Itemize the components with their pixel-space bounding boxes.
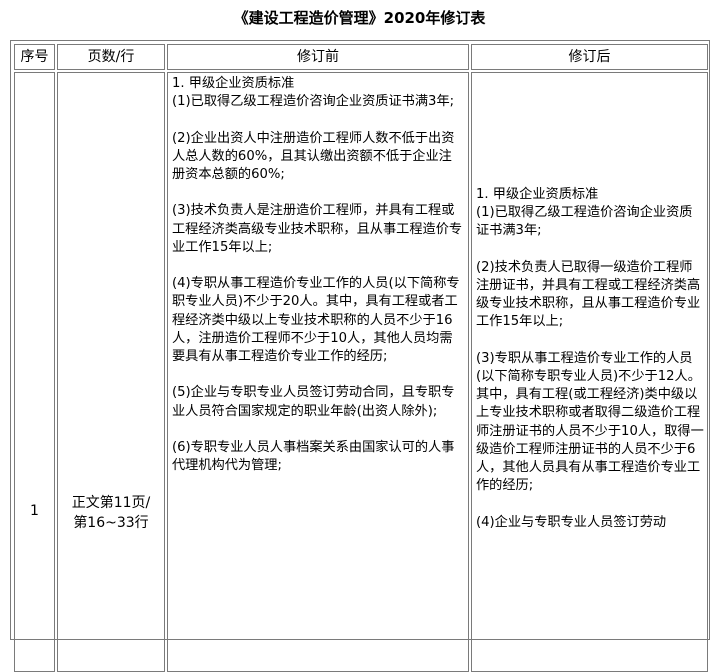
header-seq: 序号 — [14, 44, 55, 70]
document-title: 《建设工程造价管理》2020年修订表 — [233, 9, 486, 27]
page-line-1: 正文第11页/ — [71, 495, 151, 511]
after-paragraph: 1. 甲级企业资质标准 (1)已取得乙级工程造价咨询企业资质证书满3年; — [476, 187, 693, 239]
before-paragraph: (2)企业出资人中注册造价工程师人数不低于出资人总人数的60%，且其认缴出资额不… — [172, 130, 455, 182]
before-paragraph: (3)技术负责人是注册造价工程师，并具有工程或工程经济类高级专业技术职称，且从事… — [172, 203, 463, 255]
before-paragraph: 1. 甲级企业资质标准 (1)已取得乙级工程造价咨询企业资质证书满3年; — [172, 76, 455, 110]
before-text-cell: 1. 甲级企业资质标准 (1)已取得乙级工程造价咨询企业资质证书满3年; (2)… — [167, 72, 469, 672]
before-paragraph: (5)企业与专职专业人员签订劳动合同，且专职专业人员符合国家规定的职业年龄(出资… — [172, 385, 455, 419]
header-page-line: 页数/行 — [57, 44, 165, 70]
before-paragraph: (6)专职专业人员人事档案关系由国家认可的人事代理机构代为管理; — [172, 439, 455, 474]
row-page-line-cell: 正文第11页/ 第16~33行 — [57, 72, 165, 672]
before-paragraph: (4)专职从事工程造价专业工作的人员(以下简称专职专业人员)不少于20人。其中，… — [172, 276, 460, 364]
page-line-2: 第16~33行 — [73, 515, 149, 531]
header-after: 修订后 — [471, 44, 708, 70]
row-seq-cell: 1 — [14, 72, 55, 672]
header-before: 修订前 — [167, 44, 469, 70]
after-paragraph: (3)专职从事工程造价专业工作的人员(以下简称专职专业人员)不少于12人。其中，… — [476, 350, 704, 494]
revision-table: 序号 页数/行 修订前 修订后 1 正文第11页/ 第16~33行 1. 甲级企… — [10, 40, 710, 672]
after-paragraph: (2)技术负责人已取得一级造价工程师注册证书，并具有工程或工程经济类高级专业技术… — [476, 259, 701, 330]
after-paragraph: (4)企业与专职专业人员签订劳动 — [476, 514, 667, 530]
row-seq: 1 — [30, 503, 39, 519]
after-text-cell: 1. 甲级企业资质标准 (1)已取得乙级工程造价咨询企业资质证书满3年; (2)… — [471, 72, 708, 672]
